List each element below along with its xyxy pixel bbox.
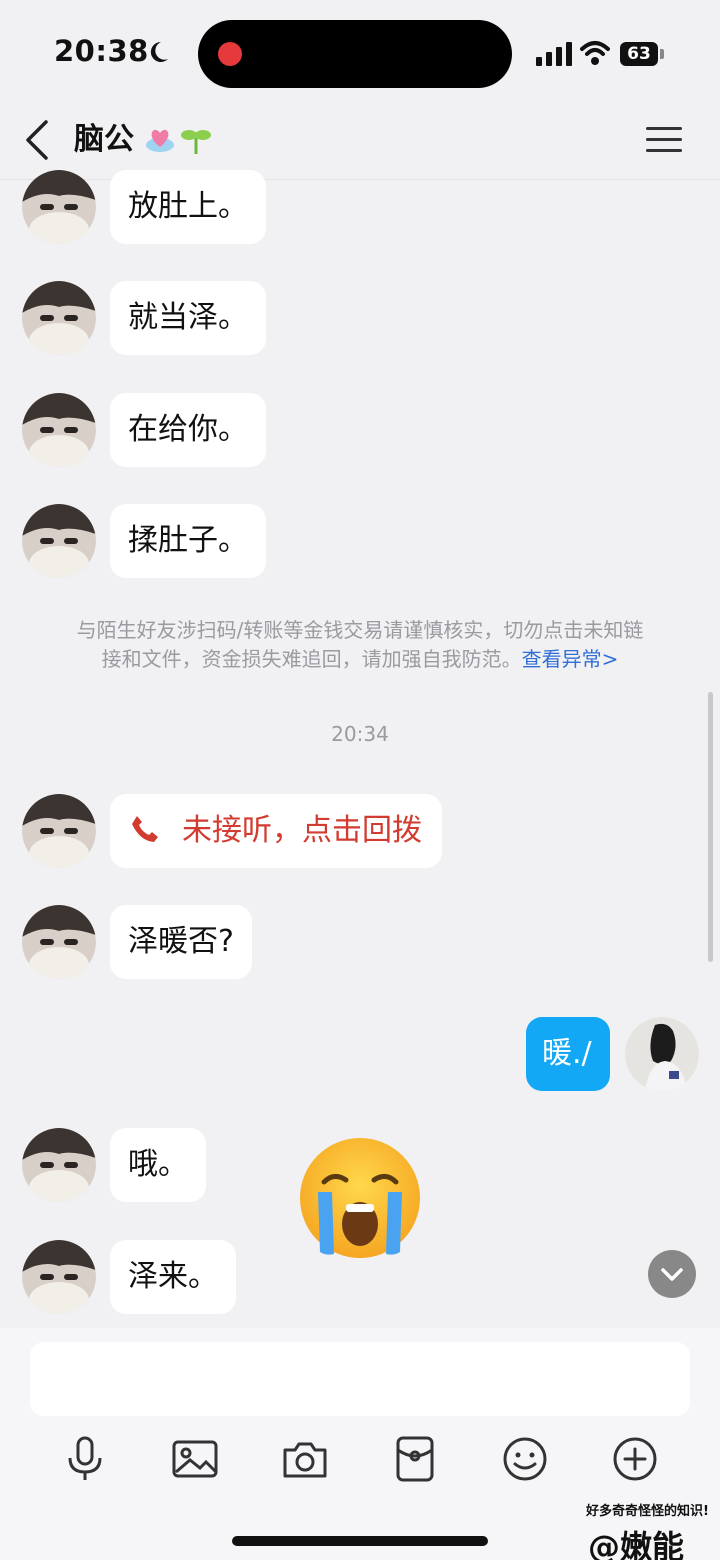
phone-icon [132, 816, 158, 842]
safety-notice: 与陌生好友涉扫码/转账等金钱交易请谨慎核实，切勿点击未知链 接和文件，资金损失难… [30, 616, 690, 674]
image-icon[interactable] [172, 1436, 218, 1482]
plus-icon[interactable] [612, 1436, 658, 1482]
camera-icon[interactable] [282, 1436, 328, 1482]
contact-avatar[interactable] [22, 905, 96, 979]
crying-face-icon [300, 1138, 420, 1258]
moon-icon [150, 41, 168, 62]
battery-indicator: 63 [620, 42, 658, 66]
chevron-down-icon [661, 1268, 683, 1281]
notice-line: 接和文件，资金损失难追回，请加强自我防范。查看异常> [30, 645, 690, 674]
watermark-caption: 好多奇奇怪怪的知识! [586, 1504, 709, 1519]
menu-icon[interactable] [646, 124, 682, 156]
sprout-badge-icon [181, 130, 211, 154]
notice-line: 与陌生好友涉扫码/转账等金钱交易请谨慎核实，切勿点击未知链 [76, 618, 644, 642]
contact-avatar[interactable] [22, 170, 96, 244]
recording-icon [218, 42, 242, 66]
contact-avatar[interactable] [22, 1240, 96, 1314]
contact-avatar[interactable] [22, 794, 96, 868]
contact-avatar[interactable] [22, 504, 96, 578]
contact-name[interactable]: 脑公 [74, 118, 134, 162]
self-avatar[interactable] [625, 1017, 699, 1091]
chat-header: 脑公 [0, 100, 720, 180]
status-time: 20:38 [54, 34, 149, 68]
self-message-bubble[interactable]: 暖./ [526, 1017, 610, 1091]
microphone-icon[interactable] [62, 1436, 108, 1482]
contact-avatar[interactable] [22, 1128, 96, 1202]
view-anomaly-link[interactable]: 查看异常> [522, 647, 619, 671]
back-icon[interactable] [22, 118, 52, 162]
status-bar: 20:38 63 [0, 0, 720, 100]
message-bubble[interactable]: 揉肚子。 [110, 504, 266, 578]
scroll-to-bottom-button[interactable] [648, 1250, 696, 1298]
battery-tip [660, 49, 664, 59]
contact-avatar[interactable] [22, 393, 96, 467]
message-timestamp: 20:34 [331, 722, 389, 746]
watermark-handle: @嫩能 [588, 1528, 685, 1560]
message-bubble[interactable]: 哦。 [110, 1128, 206, 1202]
contact-avatar[interactable] [22, 281, 96, 355]
missed-call-bubble[interactable]: 未接听，点击回拨 [110, 794, 442, 868]
message-bubble[interactable]: 在给你。 [110, 393, 266, 467]
home-indicator[interactable] [232, 1536, 488, 1546]
message-bubble[interactable]: 泽来。 [110, 1240, 236, 1314]
message-bubble[interactable]: 泽暖否? [110, 905, 252, 979]
wifi-icon [580, 41, 610, 65]
dynamic-island [198, 20, 512, 88]
notice-text: 接和文件，资金损失难追回，请加强自我防范。 [101, 647, 522, 671]
heart-badge-icon [146, 129, 174, 152]
emoji-icon[interactable] [502, 1436, 548, 1482]
missed-call-text: 未接听，点击回拨 [182, 813, 422, 848]
message-bubble[interactable]: 放肚上。 [110, 170, 266, 244]
scrollbar[interactable] [708, 692, 713, 962]
red-packet-icon[interactable] [392, 1436, 438, 1482]
message-bubble[interactable]: 就当泽。 [110, 281, 266, 355]
message-input[interactable] [30, 1342, 690, 1416]
signal-icon [536, 42, 572, 66]
